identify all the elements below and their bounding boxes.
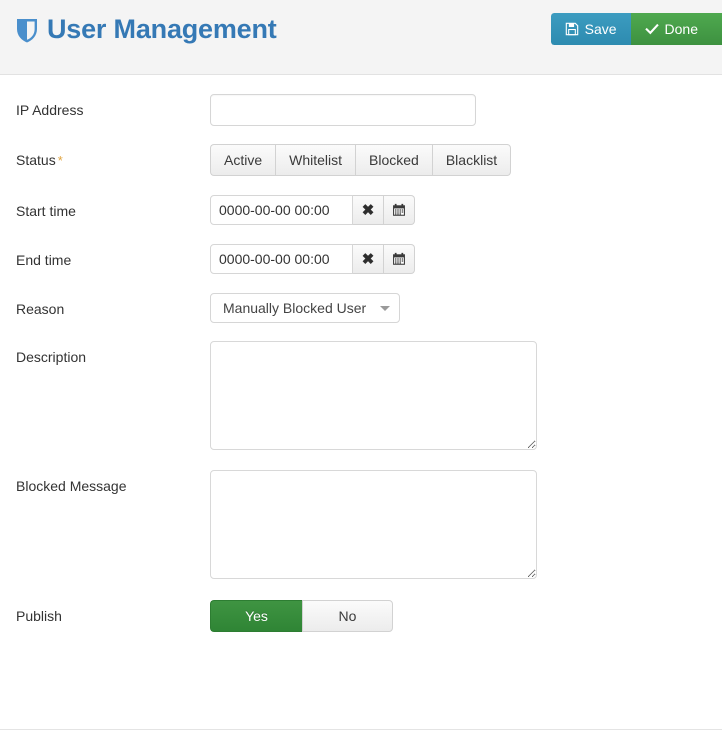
status-button-group: Active Whitelist Blocked Blacklist — [210, 144, 512, 176]
field-row-status: Status * Active Whitelist Blocked Blackli… — [0, 126, 722, 176]
status-option-active[interactable]: Active — [210, 144, 276, 176]
status-label-text: Status — [16, 152, 56, 168]
field-row-start-time: Start time ✖ — [0, 176, 722, 225]
ip-address-label: IP Address — [16, 102, 84, 118]
field-row-blocked-message: Blocked Message — [0, 450, 722, 579]
close-icon: ✖ — [361, 250, 375, 268]
start-time-clear-button[interactable]: ✖ — [353, 195, 384, 225]
status-label: Status * — [16, 144, 210, 170]
publish-button-group: Yes No — [210, 600, 393, 632]
user-management-form: IP Address Status * Active Whitelist Bloc… — [0, 75, 722, 730]
status-option-blocked[interactable]: Blocked — [355, 144, 432, 176]
start-time-input[interactable] — [210, 195, 353, 225]
page-header: User Management Save Done — [0, 0, 722, 75]
description-textarea[interactable] — [210, 341, 537, 450]
end-time-calendar-button[interactable] — [384, 244, 415, 274]
end-time-input[interactable] — [210, 244, 353, 274]
field-row-description: Description — [0, 323, 722, 450]
field-row-publish: Publish Yes No — [0, 579, 722, 632]
done-button[interactable]: Done — [630, 13, 722, 45]
start-time-input-group: ✖ — [210, 195, 415, 225]
field-row-ip-address: IP Address — [0, 75, 722, 126]
ip-address-input[interactable] — [210, 94, 476, 126]
field-row-end-time: End time ✖ — [0, 225, 722, 274]
check-icon — [644, 22, 659, 36]
done-button-label: Done — [664, 21, 698, 37]
calendar-icon — [392, 203, 406, 217]
status-option-blacklist[interactable]: Blacklist — [431, 144, 512, 176]
reason-label: Reason — [16, 301, 65, 317]
description-label: Description — [16, 349, 87, 365]
publish-option-yes[interactable]: Yes — [210, 600, 302, 632]
header-actions: Save Done — [550, 13, 722, 45]
calendar-icon — [392, 252, 406, 266]
reason-select[interactable]: Manually Blocked User — [210, 293, 401, 323]
publish-option-no[interactable]: No — [302, 600, 393, 632]
chevron-down-icon — [380, 305, 391, 311]
page-title-group: User Management — [16, 14, 277, 45]
page-title: User Management — [47, 14, 277, 44]
blocked-message-label: Blocked Message — [16, 478, 127, 494]
required-marker: * — [57, 153, 63, 168]
start-time-label: Start time — [16, 203, 76, 219]
end-time-clear-button[interactable]: ✖ — [353, 244, 384, 274]
end-time-input-group: ✖ — [210, 244, 415, 274]
save-button[interactable]: Save — [550, 13, 631, 45]
blocked-message-textarea[interactable] — [210, 470, 537, 579]
floppy-disk-icon — [565, 22, 579, 36]
close-icon: ✖ — [361, 201, 375, 219]
save-button-label: Save — [584, 21, 617, 37]
field-row-reason: Reason Manually Blocked User — [0, 274, 722, 323]
end-time-label: End time — [16, 252, 72, 268]
start-time-calendar-button[interactable] — [384, 195, 415, 225]
status-option-whitelist[interactable]: Whitelist — [275, 144, 356, 176]
shield-icon — [16, 17, 38, 43]
reason-select-value: Manually Blocked User — [223, 300, 367, 316]
publish-label: Publish — [16, 608, 62, 624]
